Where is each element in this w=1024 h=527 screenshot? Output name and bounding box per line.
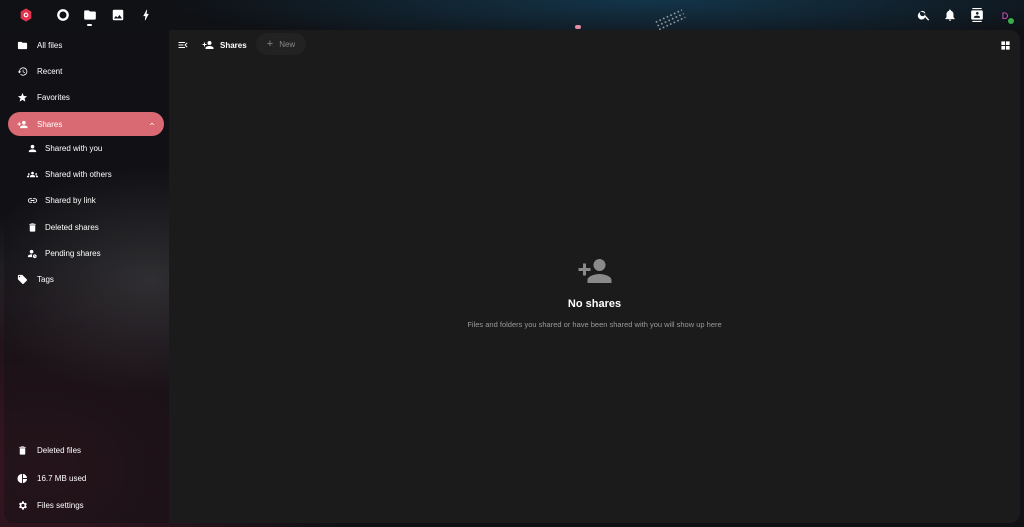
sidebar-item-all-files[interactable]: All files bbox=[8, 33, 164, 57]
share-icon bbox=[16, 118, 28, 130]
photos-icon[interactable] bbox=[111, 8, 125, 22]
empty-state: No shares Files and folders you shared o… bbox=[169, 256, 1020, 329]
notifications-icon[interactable] bbox=[943, 8, 957, 22]
wallpaper-decoration bbox=[653, 8, 687, 32]
sidebar-item-label: Shared with others bbox=[45, 169, 112, 179]
sidebar-item-shared-with-you[interactable]: Shared with you bbox=[8, 136, 164, 160]
breadcrumb[interactable]: Shares bbox=[202, 38, 247, 52]
add-share-icon bbox=[577, 256, 613, 286]
wallpaper-decoration bbox=[575, 25, 581, 29]
pie-chart-icon bbox=[16, 472, 28, 484]
active-app-indicator bbox=[87, 24, 92, 26]
folder-icon bbox=[16, 39, 28, 51]
online-status-badge bbox=[1007, 17, 1015, 25]
sidebar-item-label: Shared with you bbox=[45, 143, 103, 153]
tag-icon bbox=[16, 273, 28, 285]
sidebar-item-deleted-files[interactable]: Deleted files bbox=[8, 438, 164, 462]
sidebar-item-label: Tags bbox=[37, 274, 54, 284]
empty-state-title: No shares bbox=[567, 298, 622, 310]
grid-view-button[interactable] bbox=[1000, 38, 1012, 50]
sidebar-item-shared-by-link[interactable]: Shared by link bbox=[8, 188, 164, 212]
files-sidebar: All files Recent Favorites Shares Shared… bbox=[4, 30, 169, 523]
top-header: D bbox=[0, 0, 1024, 32]
share-icon bbox=[202, 41, 214, 49]
group-icon bbox=[26, 168, 38, 180]
sidebar-item-label: Files settings bbox=[37, 500, 84, 510]
new-button[interactable]: + New bbox=[256, 33, 306, 55]
star-icon bbox=[16, 91, 28, 103]
sidebar-item-label: Shares bbox=[37, 119, 63, 129]
sidebar-item-label: Pending shares bbox=[45, 248, 101, 258]
plus-icon: + bbox=[266, 37, 274, 50]
files-content: Shares + New No shares Files and folders… bbox=[169, 30, 1020, 523]
sidebar-item-pending-shares[interactable]: Pending shares bbox=[8, 241, 164, 265]
person-icon bbox=[26, 142, 38, 154]
sidebar-item-label: Deleted shares bbox=[45, 222, 99, 232]
gear-icon bbox=[16, 499, 28, 511]
pending-share-icon bbox=[26, 247, 38, 259]
sidebar-item-label: Recent bbox=[37, 66, 63, 76]
history-icon bbox=[16, 65, 28, 77]
files-icon[interactable] bbox=[83, 8, 97, 22]
empty-state-description: Files and folders you shared or have bee… bbox=[467, 320, 722, 329]
nextcloud-logo-icon[interactable] bbox=[18, 7, 34, 23]
sidebar-item-label: Shared by link bbox=[45, 195, 96, 205]
sidebar-item-deleted-shares[interactable]: Deleted shares bbox=[8, 215, 164, 239]
chevron-up-icon[interactable] bbox=[148, 120, 156, 128]
dashboard-icon[interactable] bbox=[56, 8, 70, 22]
sidebar-item-label: All files bbox=[37, 40, 63, 50]
sidebar-item-recent[interactable]: Recent bbox=[8, 59, 164, 83]
grid-icon bbox=[1001, 41, 1010, 50]
search-icon[interactable] bbox=[917, 8, 931, 22]
sidebar-item-tags[interactable]: Tags bbox=[8, 267, 164, 291]
sidebar-item-favorites[interactable]: Favorites bbox=[8, 85, 164, 109]
content-toolbar: Shares + New bbox=[169, 30, 1020, 60]
sidebar-item-label: Favorites bbox=[37, 92, 70, 102]
storage-quota[interactable]: 16.7 MB used bbox=[8, 466, 164, 490]
contacts-icon[interactable] bbox=[970, 8, 984, 22]
new-button-label: New bbox=[279, 39, 296, 49]
sidebar-item-shares[interactable]: Shares bbox=[8, 112, 164, 136]
menu-close-icon bbox=[178, 42, 188, 48]
storage-used-label: 16.7 MB used bbox=[37, 473, 87, 483]
sidebar-item-files-settings[interactable]: Files settings bbox=[8, 493, 164, 517]
sidebar-item-label: Deleted files bbox=[37, 445, 82, 455]
breadcrumb-label: Shares bbox=[220, 40, 247, 50]
toggle-navigation-button[interactable] bbox=[177, 38, 191, 52]
trash-icon bbox=[16, 444, 28, 456]
trash-icon bbox=[26, 221, 38, 233]
link-icon bbox=[26, 194, 38, 206]
app-frame: All files Recent Favorites Shares Shared… bbox=[4, 30, 1020, 523]
sidebar-item-shared-with-others[interactable]: Shared with others bbox=[8, 162, 164, 186]
activity-icon[interactable] bbox=[139, 8, 153, 22]
